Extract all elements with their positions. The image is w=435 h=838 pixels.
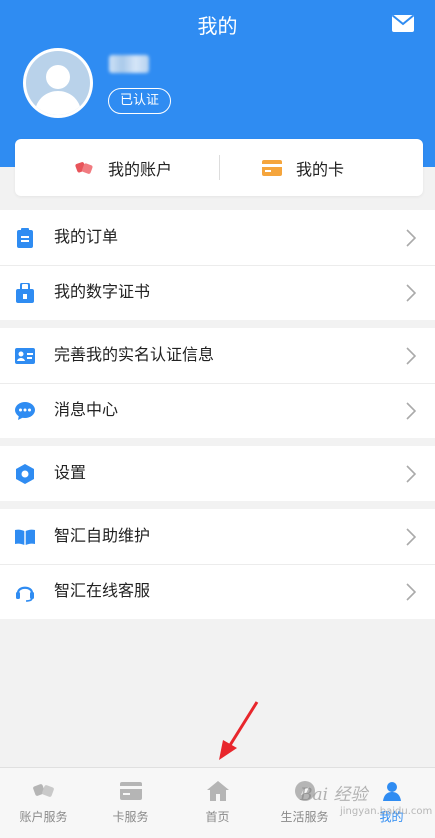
my-card-button[interactable]: 我的卡 [262,139,344,196]
menu-item-label: 完善我的实名认证信息 [54,345,215,364]
chevron-right-icon [406,528,416,546]
menu-item-digital-certificate[interactable]: 我的数字证书 [0,265,435,320]
page-title: 我的 [197,14,238,38]
chevron-right-icon [406,583,416,601]
person-silhouette-icon [34,65,82,115]
watermark-url: jingyan.baidu.com [340,806,433,817]
my-account-label: 我的账户 [108,159,173,179]
certificate-icon [15,283,35,303]
tab-label: 卡服务 [112,810,149,824]
watermark: Bai 经验 [300,785,368,805]
account-icon [74,158,94,178]
settings-icon [15,464,35,484]
menu-group-settings: 设置 [0,446,435,501]
menu-item-self-service[interactable]: 智汇自助维护 [0,509,435,564]
annotation-arrow-icon [219,701,259,760]
tab-card-service[interactable]: 卡服务 [87,768,174,838]
user-name [109,55,149,73]
menu-item-message-center[interactable]: 消息中心 [0,383,435,438]
home-icon [207,780,229,802]
tab-home[interactable]: 首页 [174,768,261,838]
menu-item-online-support[interactable]: 智汇在线客服 [0,564,435,619]
chevron-right-icon [406,347,416,365]
headset-icon [15,582,35,602]
verified-badge: 已认证 [108,88,172,114]
menu-group-identity: 完善我的实名认证信息 消息中心 [0,328,435,438]
menu-item-real-name-verification[interactable]: 完善我的实名认证信息 [0,328,435,383]
tab-label: 首页 [205,810,230,824]
card-divider [219,155,220,180]
tab-account-service[interactable]: 账户服务 [0,768,87,838]
menu-item-label: 消息中心 [54,400,119,419]
quick-access-card: 我的账户 我的卡 [15,139,423,196]
chevron-right-icon [406,465,416,483]
user-icon [381,780,403,802]
chevron-right-icon [406,229,416,247]
my-account-button[interactable]: 我的账户 [74,139,172,196]
chevron-right-icon [406,284,416,302]
bank-card-icon [262,158,282,178]
mail-icon[interactable] [392,15,414,32]
menu-item-label: 我的数字证书 [54,282,151,301]
card-service-icon [120,780,142,802]
menu-item-my-orders[interactable]: 我的订单 [0,210,435,265]
order-icon [15,228,35,248]
menu-item-label: 设置 [54,463,87,482]
chevron-right-icon [406,402,416,420]
menu-item-label: 智汇自助维护 [54,526,151,545]
menu-group-orders: 我的订单 我的数字证书 [0,210,435,320]
account-service-icon [33,780,55,802]
avatar[interactable] [23,48,93,118]
tab-label: 生活服务 [280,810,329,824]
book-icon [15,527,35,547]
menu-item-label: 我的订单 [54,227,119,246]
bottom-tab-bar: 账户服务 卡服务 首页 生活服务 我的 [0,767,435,838]
message-icon [15,401,35,421]
id-card-icon [15,346,35,366]
tab-label: 账户服务 [19,810,68,824]
menu-group-support: 智汇自助维护 智汇在线客服 [0,509,435,619]
my-card-label: 我的卡 [296,159,345,179]
menu-item-label: 智汇在线客服 [54,581,151,600]
menu-item-settings[interactable]: 设置 [0,446,435,501]
